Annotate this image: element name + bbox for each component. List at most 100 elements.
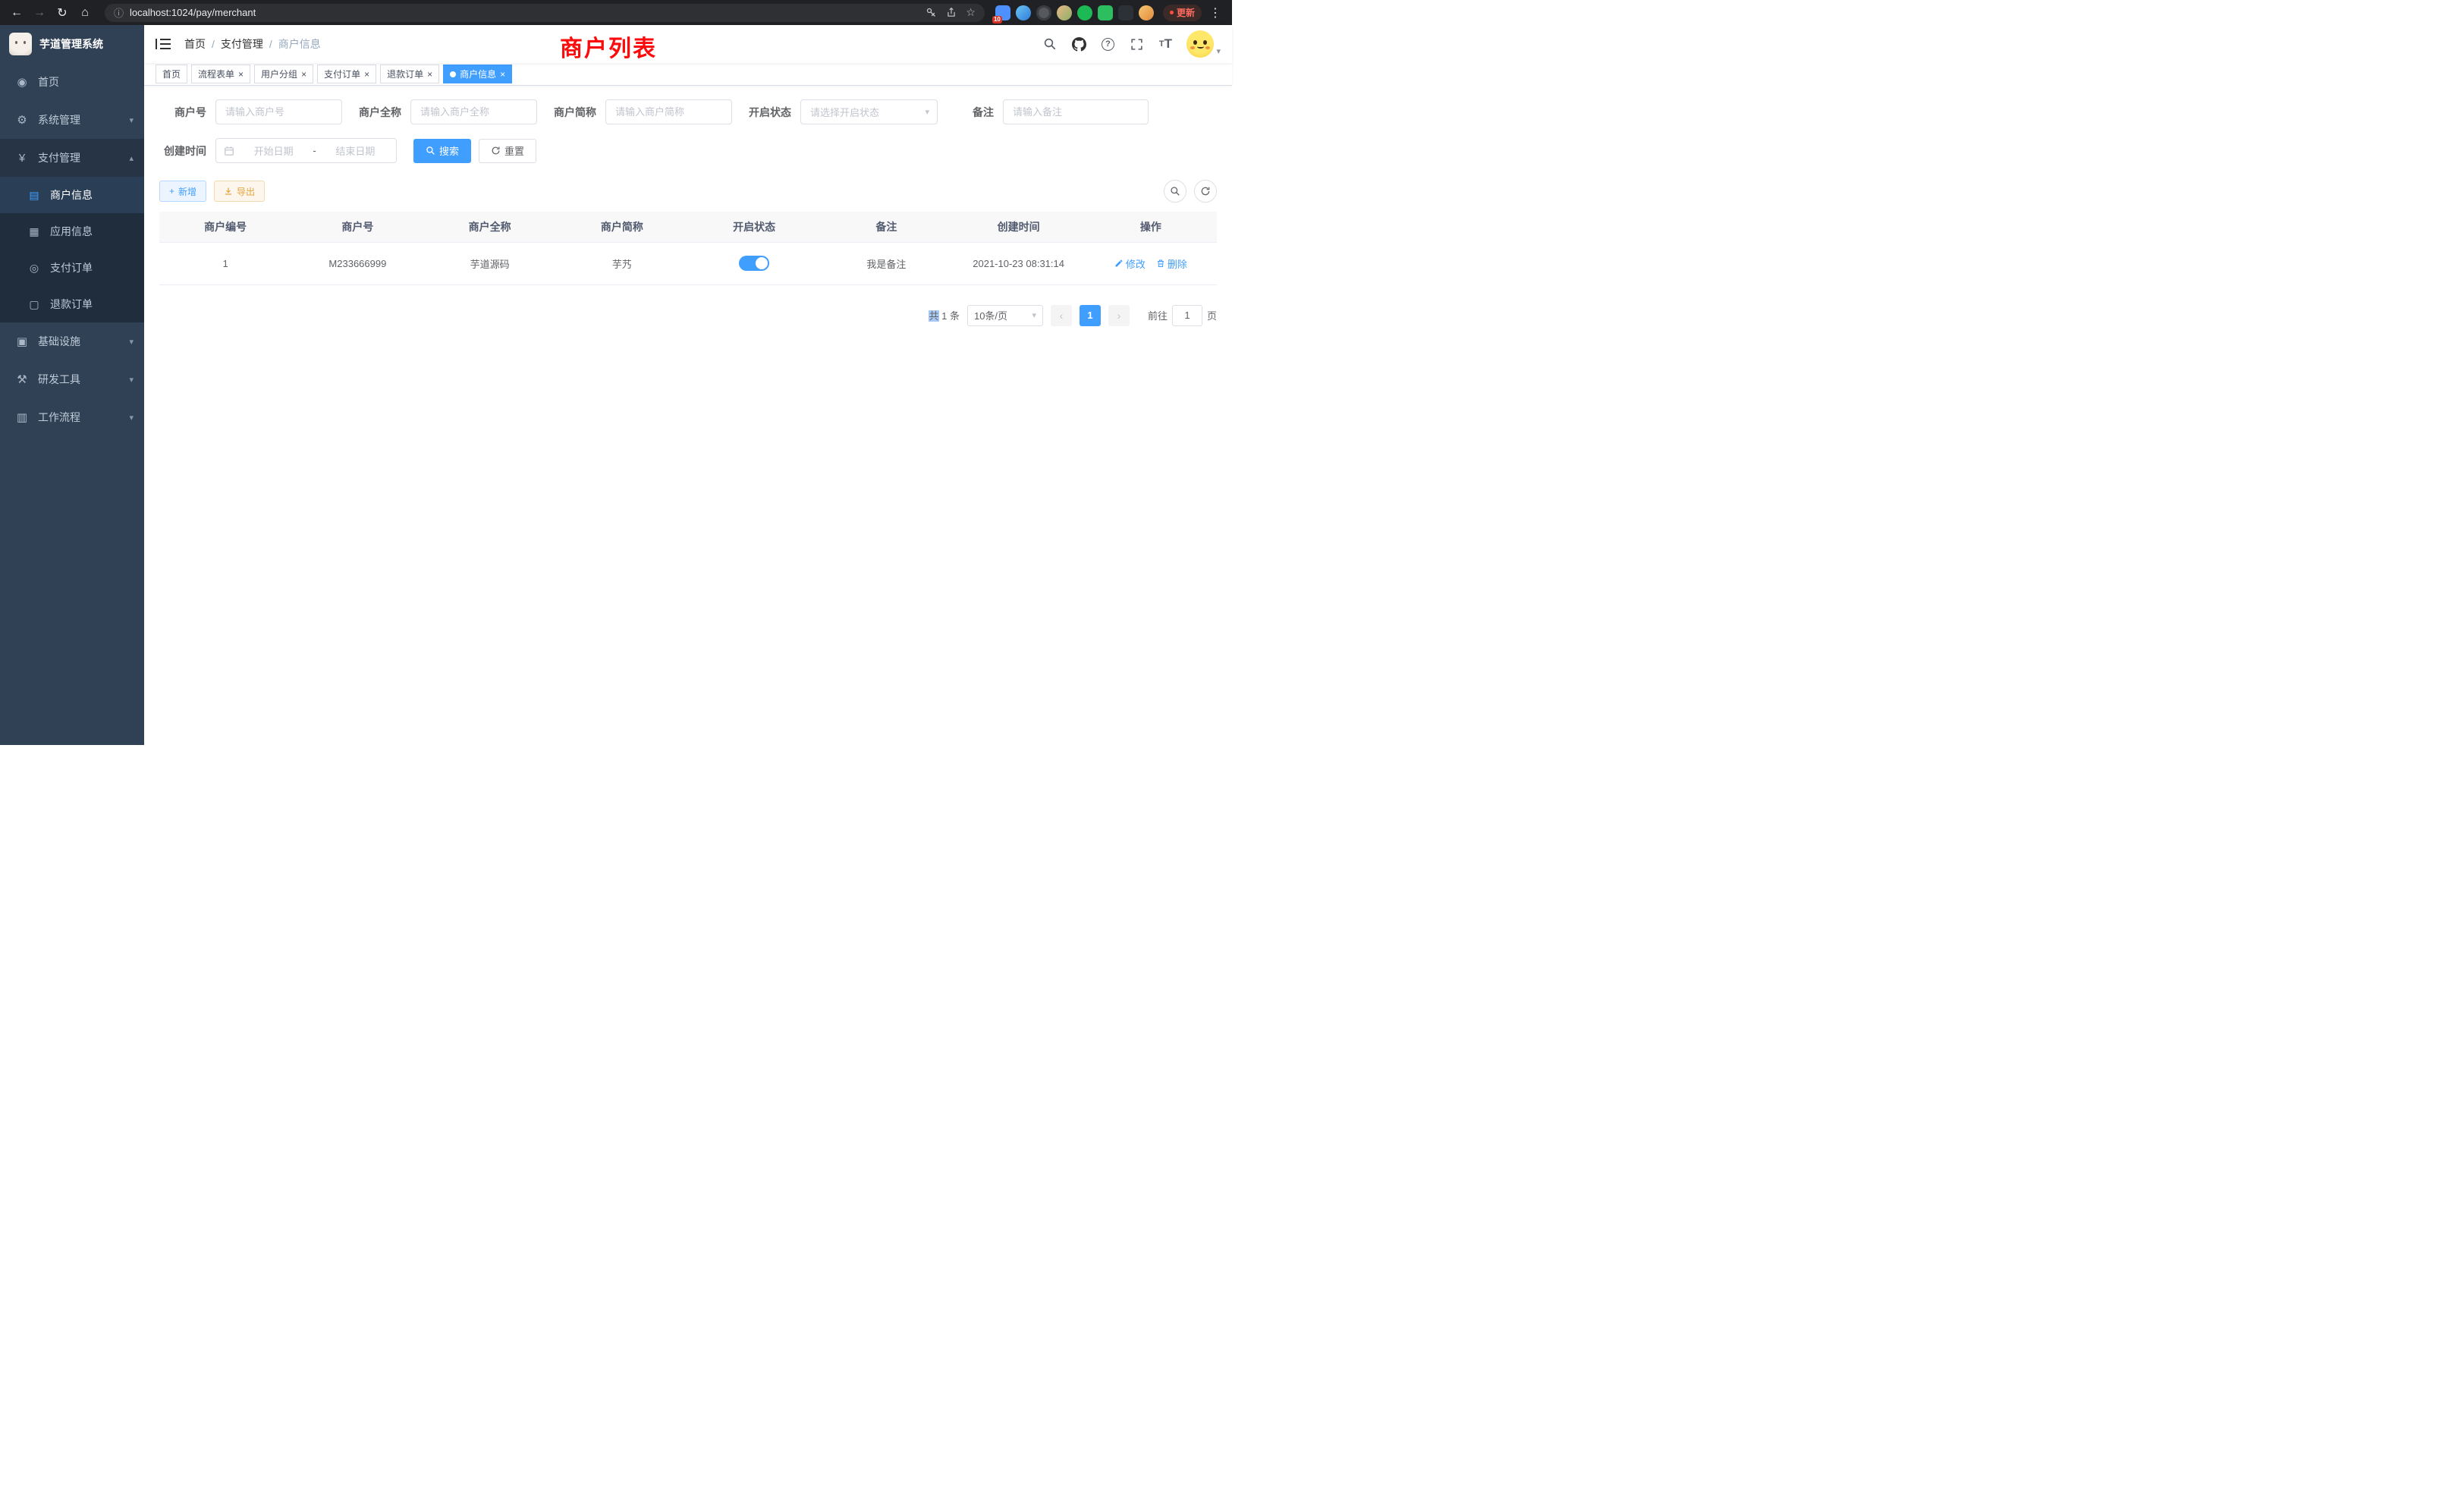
page-content: 商户号 商户全称 商户简称 开启状态 请选择开启状态 bbox=[144, 86, 1232, 745]
sidebar-item-infrastructure[interactable]: ▣ 基础设施 ▾ bbox=[0, 322, 144, 360]
forward-icon[interactable]: → bbox=[30, 4, 49, 22]
page-number-1[interactable]: 1 bbox=[1080, 305, 1101, 326]
form-actions-reset: 重置 bbox=[479, 139, 536, 163]
sidebar-item-home[interactable]: ◉ 首页 bbox=[0, 63, 144, 101]
full-name-input[interactable] bbox=[410, 99, 537, 124]
extension-icon-blue[interactable] bbox=[1016, 5, 1031, 20]
sidebar-item-label: 系统管理 bbox=[38, 112, 80, 127]
font-size-icon[interactable]: TT bbox=[1158, 36, 1173, 52]
field-label: 商户全称 bbox=[359, 105, 401, 120]
export-button-label: 导出 bbox=[237, 185, 255, 198]
pagination: 共 1 条 10条/页 ▾ ‹ 1 › 前往 页 bbox=[159, 305, 1217, 326]
close-icon[interactable]: × bbox=[500, 70, 505, 79]
page-size-value: 10条/页 bbox=[974, 308, 1007, 322]
short-name-input[interactable] bbox=[605, 99, 732, 124]
share-icon[interactable] bbox=[946, 7, 957, 18]
col-remark: 备注 bbox=[820, 212, 952, 242]
extension-icon-green-note[interactable] bbox=[1098, 5, 1113, 20]
site-info-icon[interactable]: ⓘ bbox=[114, 5, 124, 20]
search-button-label: 搜索 bbox=[439, 143, 459, 158]
sidebar-item-refund-order[interactable]: ▢ 退款订单 bbox=[0, 286, 144, 322]
refresh-table-button[interactable] bbox=[1194, 180, 1217, 203]
tab-process-form[interactable]: 流程表单 × bbox=[191, 64, 250, 83]
status-select[interactable]: 请选择开启状态 ▾ bbox=[800, 99, 938, 124]
reload-icon[interactable]: ↻ bbox=[53, 4, 71, 22]
reset-button[interactable]: 重置 bbox=[479, 139, 536, 163]
extension-icon-avatar1[interactable] bbox=[1057, 5, 1072, 20]
address-bar[interactable]: ⓘ localhost:1024/pay/merchant ☆ bbox=[105, 4, 985, 22]
tab-refund-order[interactable]: 退款订单 × bbox=[380, 64, 439, 83]
status-toggle[interactable] bbox=[739, 256, 769, 271]
tab-merchant-info[interactable]: 商户信息 × bbox=[443, 64, 512, 83]
back-icon[interactable]: ← bbox=[8, 4, 26, 22]
close-icon[interactable]: × bbox=[364, 70, 369, 79]
sidebar-item-app-info[interactable]: ▦ 应用信息 bbox=[0, 213, 144, 250]
browser-toolbar: ← → ↻ ⌂ ⓘ localhost:1024/pay/merchant ☆ … bbox=[0, 0, 1232, 25]
page-size-select[interactable]: 10条/页 ▾ bbox=[967, 305, 1043, 326]
extension-icon-puzzle[interactable]: 10 bbox=[995, 5, 1010, 20]
table-toolbar: + 新增 导出 bbox=[159, 180, 1217, 203]
prev-page-button[interactable]: ‹ bbox=[1051, 305, 1072, 326]
add-button[interactable]: + 新增 bbox=[159, 181, 206, 202]
sidebar-item-pay-order[interactable]: ◎ 支付订单 bbox=[0, 250, 144, 286]
col-create-time: 创建时间 bbox=[953, 212, 1085, 242]
goto-page-input[interactable] bbox=[1172, 305, 1202, 326]
delete-link[interactable]: 删除 bbox=[1156, 256, 1187, 271]
sidebar-item-workflow[interactable]: ▥ 工作流程 ▾ bbox=[0, 398, 144, 436]
form-item-status: 开启状态 请选择开启状态 ▾ bbox=[749, 99, 938, 124]
col-merchant-no: 商户号 bbox=[291, 212, 423, 242]
field-label: 开启状态 bbox=[749, 105, 791, 120]
sidebar-item-payment[interactable]: ¥ 支付管理 ▴ bbox=[0, 139, 144, 177]
avatar bbox=[1186, 30, 1214, 58]
extensions-bar: 10 bbox=[995, 5, 1154, 20]
sidebar-fold-icon[interactable] bbox=[156, 37, 172, 51]
search-button[interactable]: 搜索 bbox=[413, 139, 471, 163]
update-button[interactable]: 更新 bbox=[1163, 5, 1202, 21]
extension-icon-green-circle[interactable] bbox=[1077, 5, 1092, 20]
extension-icon-dark[interactable] bbox=[1118, 5, 1133, 20]
form-actions: 搜索 bbox=[413, 139, 471, 163]
sidebar-submenu-payment: ▤ 商户信息 ▦ 应用信息 ◎ 支付订单 ▢ 退 bbox=[0, 177, 144, 322]
fullscreen-icon[interactable] bbox=[1129, 36, 1144, 52]
sidebar-item-label: 支付管理 bbox=[38, 150, 80, 165]
tab-home[interactable]: 首页 bbox=[156, 64, 187, 83]
remark-input[interactable] bbox=[1003, 99, 1149, 124]
export-button[interactable]: 导出 bbox=[214, 181, 265, 202]
tab-pay-order[interactable]: 支付订单 × bbox=[317, 64, 376, 83]
bookmark-star-icon[interactable]: ☆ bbox=[966, 6, 976, 19]
search-icon[interactable] bbox=[1042, 36, 1058, 52]
form-item-merchant-no: 商户号 bbox=[159, 99, 342, 124]
sidebar-item-label: 基础设施 bbox=[38, 334, 80, 349]
sidebar-item-dev-tools[interactable]: ⚒ 研发工具 ▾ bbox=[0, 360, 144, 398]
breadcrumb-payment[interactable]: 支付管理 bbox=[221, 36, 263, 52]
password-key-icon[interactable] bbox=[926, 7, 937, 18]
next-page-button[interactable]: › bbox=[1108, 305, 1130, 326]
tab-user-group[interactable]: 用户分组 × bbox=[254, 64, 313, 83]
home-icon[interactable]: ⌂ bbox=[76, 4, 94, 22]
sidebar-item-system[interactable]: ⚙ 系统管理 ▾ bbox=[0, 101, 144, 139]
toggle-search-button[interactable] bbox=[1164, 180, 1186, 203]
close-icon[interactable]: × bbox=[301, 70, 306, 79]
chevron-down-icon: ▾ bbox=[129, 375, 134, 385]
breadcrumb-home[interactable]: 首页 bbox=[184, 36, 206, 52]
main-area: 首页 / 支付管理 / 商户信息 商户列表 ? bbox=[144, 25, 1232, 745]
edit-link[interactable]: 修改 bbox=[1114, 256, 1146, 271]
extension-icon-avatar2[interactable] bbox=[1139, 5, 1154, 20]
close-icon[interactable]: × bbox=[427, 70, 432, 79]
gear-icon: ⚙ bbox=[14, 113, 30, 127]
user-menu[interactable]: ▾ bbox=[1186, 30, 1221, 58]
extension-icon-gray[interactable] bbox=[1036, 5, 1051, 20]
pen-icon bbox=[1114, 259, 1124, 268]
sidebar-item-merchant-info[interactable]: ▤ 商户信息 bbox=[0, 177, 144, 213]
chevron-down-icon: ▾ bbox=[129, 337, 134, 347]
logo-avatar bbox=[9, 33, 32, 55]
sidebar-logo[interactable]: 芋道管理系统 bbox=[0, 25, 144, 63]
github-icon[interactable] bbox=[1071, 36, 1086, 52]
page-jumper: 前往 页 bbox=[1148, 305, 1217, 326]
merchant-no-input[interactable] bbox=[215, 99, 342, 124]
tab-label: 用户分组 bbox=[261, 68, 297, 80]
browser-menu-icon[interactable]: ⋮ bbox=[1206, 4, 1224, 22]
date-range-picker[interactable]: 开始日期 - 结束日期 bbox=[215, 138, 397, 163]
close-icon[interactable]: × bbox=[238, 70, 244, 79]
help-icon[interactable]: ? bbox=[1100, 36, 1115, 52]
